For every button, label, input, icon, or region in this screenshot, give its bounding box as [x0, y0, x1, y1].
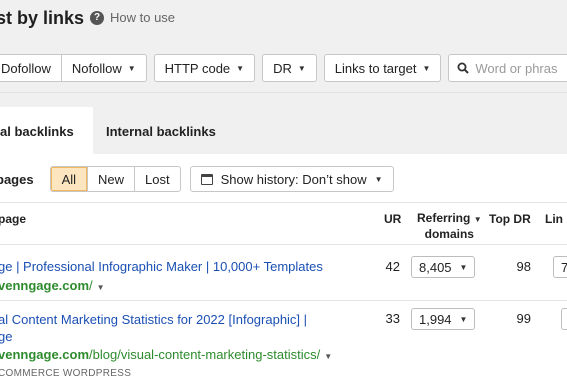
- column-header-links[interactable]: Lin: [545, 212, 563, 226]
- row-2-page-title-link[interactable]: al Content Marketing Statistics for 2022…: [0, 311, 307, 345]
- segment-new[interactable]: New: [87, 167, 135, 191]
- caret-down-icon: ▼: [127, 63, 136, 73]
- row-2-links-dropdown[interactable]: [561, 308, 567, 330]
- nofollow-dropdown[interactable]: Nofollow ▼: [61, 54, 147, 82]
- divider: [0, 202, 567, 203]
- caret-down-icon: ▼: [459, 314, 468, 324]
- search-input[interactable]: [475, 60, 567, 76]
- column-header-ur[interactable]: UR: [384, 212, 401, 226]
- page-title: st by links: [0, 8, 85, 28]
- caret-down-icon: ▼: [297, 63, 306, 73]
- how-to-use-link[interactable]: ? How to use: [90, 10, 175, 25]
- link-type-group: Dofollow Nofollow ▼: [0, 54, 147, 82]
- tab-internal-backlinks[interactable]: Internal backlinks: [106, 107, 216, 155]
- tabs-band: al backlinks Internal backlinks: [0, 92, 567, 155]
- show-history-dropdown[interactable]: Show history: Don’t show ▼: [189, 166, 394, 192]
- row-1-referring-domains-dropdown[interactable]: 8,405 ▼: [411, 256, 476, 278]
- caret-down-icon: ▼: [236, 63, 245, 73]
- pages-label: pages: [0, 171, 34, 187]
- segment-all[interactable]: All: [50, 167, 88, 191]
- question-circle-icon: ?: [90, 10, 104, 25]
- http-code-dropdown[interactable]: HTTP code ▼: [153, 54, 256, 82]
- row-1-top-dr: 98: [516, 259, 531, 274]
- caret-down-icon: ▼: [324, 352, 333, 361]
- column-header-referring-domains[interactable]: Referring ▼ domains: [417, 211, 482, 242]
- caret-down-icon: ▼: [422, 63, 431, 73]
- divider: [0, 300, 567, 301]
- row-1-ur: 42: [385, 259, 400, 274]
- row-1-links-dropdown[interactable]: 7: [553, 256, 567, 278]
- how-to-use-label: How to use: [110, 10, 176, 25]
- caret-down-icon: ▼: [374, 174, 383, 184]
- calendar-icon: [200, 173, 213, 185]
- row-2-referring-domains-dropdown[interactable]: 1,994 ▼: [411, 308, 476, 330]
- column-header-top-dr[interactable]: Top DR: [489, 212, 531, 226]
- sort-desc-icon: ▼: [473, 215, 482, 224]
- tab-external-backlinks[interactable]: al backlinks: [0, 107, 93, 155]
- dofollow-button[interactable]: Dofollow: [0, 54, 62, 82]
- segment-lost[interactable]: Lost: [134, 167, 180, 191]
- filter-bar: Dofollow Nofollow ▼ HTTP code ▼ DR ▼ Links …: [0, 54, 567, 82]
- links-to-target-dropdown[interactable]: Links to target ▼: [323, 54, 442, 82]
- dr-dropdown[interactable]: DR ▼: [262, 54, 317, 82]
- row-1-page-title-link[interactable]: ge | Professional Infographic Maker | 10…: [0, 258, 323, 275]
- row-1-url[interactable]: venngage.com/▼: [0, 278, 105, 293]
- caret-down-icon: ▼: [96, 283, 105, 292]
- column-header-page[interactable]: page: [0, 212, 26, 226]
- search-icon: [457, 62, 470, 74]
- row-2-top-dr: 99: [516, 311, 531, 326]
- row-2-url[interactable]: venngage.com/blog/visual-content-marketi…: [0, 347, 332, 362]
- pages-filter-row: pages All New Lost Show history: Don’t s…: [0, 166, 394, 192]
- divider: [0, 244, 567, 245]
- row-2-ur: 33: [385, 311, 400, 326]
- search-field[interactable]: [448, 54, 567, 82]
- caret-down-icon: ▼: [459, 262, 468, 272]
- pages-segmented-control: All New Lost: [49, 166, 181, 192]
- row-2-tags: COMMERCE WORDPRESS: [0, 368, 132, 379]
